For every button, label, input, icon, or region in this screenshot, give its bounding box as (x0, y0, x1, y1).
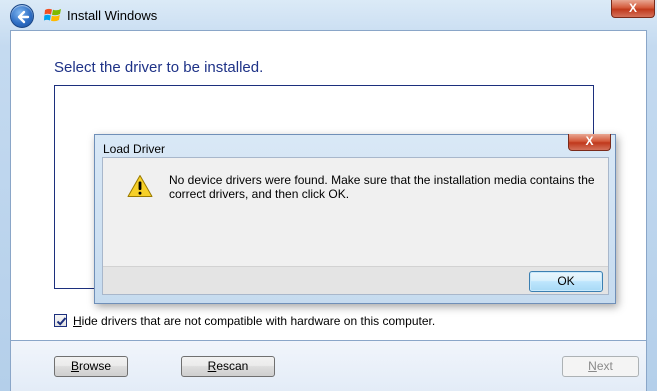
rescan-button[interactable]: Rescan (181, 356, 275, 377)
hide-label-text: ide drivers that are not compatible with… (81, 314, 436, 328)
window-close-button[interactable]: X (611, 0, 655, 18)
browse-button[interactable]: Browse (54, 356, 128, 377)
title-bar: Install Windows X (0, 0, 657, 30)
next-button[interactable]: Next (562, 356, 639, 377)
window-title: Install Windows (67, 8, 158, 23)
next-mnemonic: N (588, 359, 597, 373)
hide-label-mnemonic: H (73, 314, 82, 328)
warning-icon (127, 175, 153, 197)
dialog-title: Load Driver (103, 142, 166, 156)
rescan-mnemonic: R (207, 359, 217, 373)
close-icon: X (628, 1, 637, 15)
dialog-content: No device drivers were found. Make sure … (103, 158, 608, 266)
back-button[interactable] (10, 4, 34, 28)
page-heading: Select the driver to be installed. (54, 59, 264, 76)
checkmark-icon (56, 317, 67, 326)
rescan-label: escan (216, 359, 249, 373)
next-label: ext (596, 359, 613, 373)
dialog-body: No device drivers were found. Make sure … (102, 157, 609, 295)
browse-mnemonic: B (70, 359, 79, 373)
load-driver-dialog: Load Driver X No device drivers were fou… (94, 134, 616, 304)
dialog-close-button[interactable]: X (568, 134, 611, 151)
browse-label: rowse (79, 359, 112, 373)
windows-logo-icon (44, 8, 61, 22)
hide-incompatible-label[interactable]: Hide drivers that are not compatible wit… (73, 314, 435, 328)
ok-button[interactable]: OK (529, 271, 603, 292)
button-bar: Browse Rescan Next (10, 341, 647, 391)
dialog-footer: OK (103, 266, 608, 294)
hide-incompatible-checkbox[interactable] (54, 314, 67, 327)
close-icon: X (585, 134, 594, 148)
back-arrow-icon (17, 10, 30, 24)
dialog-message: No device drivers were found. Make sure … (169, 173, 595, 201)
